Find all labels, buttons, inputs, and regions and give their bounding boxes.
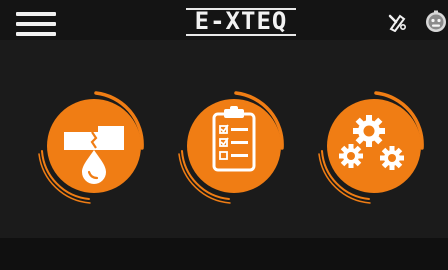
fluid-check-tile[interactable] <box>34 86 154 206</box>
top-bar: E-XTEQ <box>0 0 448 40</box>
edit-tools-icon[interactable] <box>388 12 408 32</box>
bottom-bar <box>0 238 448 270</box>
hamburger-menu-icon[interactable] <box>16 12 56 40</box>
gears-settings-icon <box>318 91 424 204</box>
fluid-drop-icon <box>38 91 144 204</box>
brand-logo: E-XTEQ <box>186 8 296 36</box>
robot-face-icon[interactable] <box>424 10 448 34</box>
checklist-tile[interactable] <box>174 86 294 206</box>
main-area <box>0 40 448 238</box>
clipboard-checklist-icon <box>178 91 284 204</box>
brand-logo-text: E-XTEQ <box>194 7 288 35</box>
settings-tile[interactable] <box>314 86 434 206</box>
